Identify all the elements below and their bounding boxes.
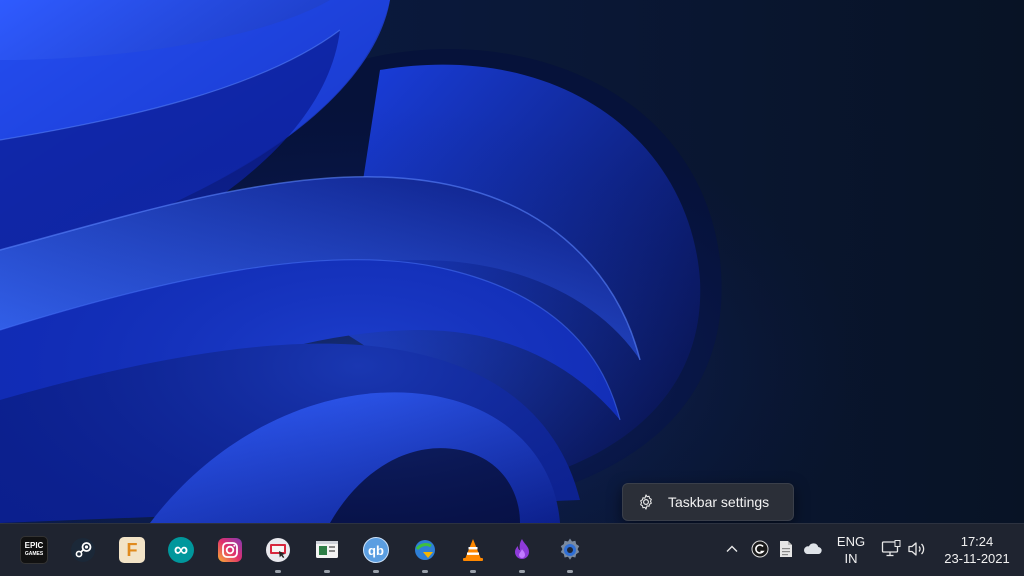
show-hidden-icons-button[interactable] [722,539,742,559]
tray-logitech[interactable] [750,539,770,559]
running-indicator [373,570,379,573]
taskbar-app-fusion[interactable]: F [115,533,149,567]
screen-capture-icon [266,538,290,562]
document-icon [780,541,792,557]
steam-icon [71,538,95,562]
running-indicator [422,570,428,573]
running-indicator [519,570,525,573]
running-indicator [275,570,281,573]
logitech-g-icon [751,540,769,558]
taskbar-app-arduino[interactable]: ∞ [164,533,198,567]
tray-volume[interactable] [907,539,927,559]
wallpaper-bloom-graphic [0,0,1024,523]
clock-time: 17:24 [960,534,994,549]
presentation-icon [316,541,338,558]
taskbar: EPIC GAMES F ∞ qb ENG IN 17:24 23-11-202… [0,523,1024,576]
tray-onedrive[interactable] [802,539,822,559]
taskbar-app-epic-games[interactable]: EPIC GAMES [17,533,51,567]
running-indicator [324,570,330,573]
tray-network[interactable] [881,539,901,559]
taskbar-app-alchemy[interactable] [505,533,539,573]
network-monitor-icon [881,540,901,557]
taskbar-settings-label: Taskbar settings [668,494,770,510]
arduino-icon: ∞ [168,537,194,563]
settings-gear-icon [560,538,580,560]
taskbar-app-vlc[interactable] [456,533,490,573]
epic-games-icon: EPIC GAMES [20,536,48,564]
taskbar-app-presentation[interactable] [310,533,344,573]
instagram-icon [218,538,242,562]
epic-games-icon-text: EPIC [24,541,44,550]
language-code: ENG [836,534,866,549]
clock-date: 23-11-2021 [944,551,1010,566]
desktop-wallpaper[interactable] [0,0,1024,523]
taskbar-app-settings[interactable] [553,533,587,573]
clock[interactable]: 17:24 23-11-2021 [938,533,1016,567]
vlc-icon [463,539,483,561]
taskbar-app-instagram[interactable] [213,533,247,567]
idm-icon [415,540,435,560]
tray-notepad[interactable] [776,539,796,559]
taskbar-app-screen-capture[interactable] [261,533,295,573]
qbittorrent-icon: qb [363,537,389,563]
taskbar-settings-menu-item[interactable]: Taskbar settings [622,483,794,521]
running-indicator [567,570,573,573]
fusion-icon: F [119,537,145,563]
taskbar-app-qbittorrent[interactable]: qb [359,533,393,573]
epic-games-icon-subtext: GAMES [24,551,44,557]
cloud-icon [804,543,822,555]
running-indicator [470,570,476,573]
taskbar-app-steam[interactable] [66,533,100,567]
gear-icon [640,494,652,510]
input-language-indicator[interactable]: ENG IN [832,533,870,567]
language-region: IN [844,551,858,566]
taskbar-app-idm[interactable] [408,533,442,573]
speaker-icon [908,542,925,556]
purple-flame-icon [515,539,529,559]
chevron-up-icon [726,545,738,552]
